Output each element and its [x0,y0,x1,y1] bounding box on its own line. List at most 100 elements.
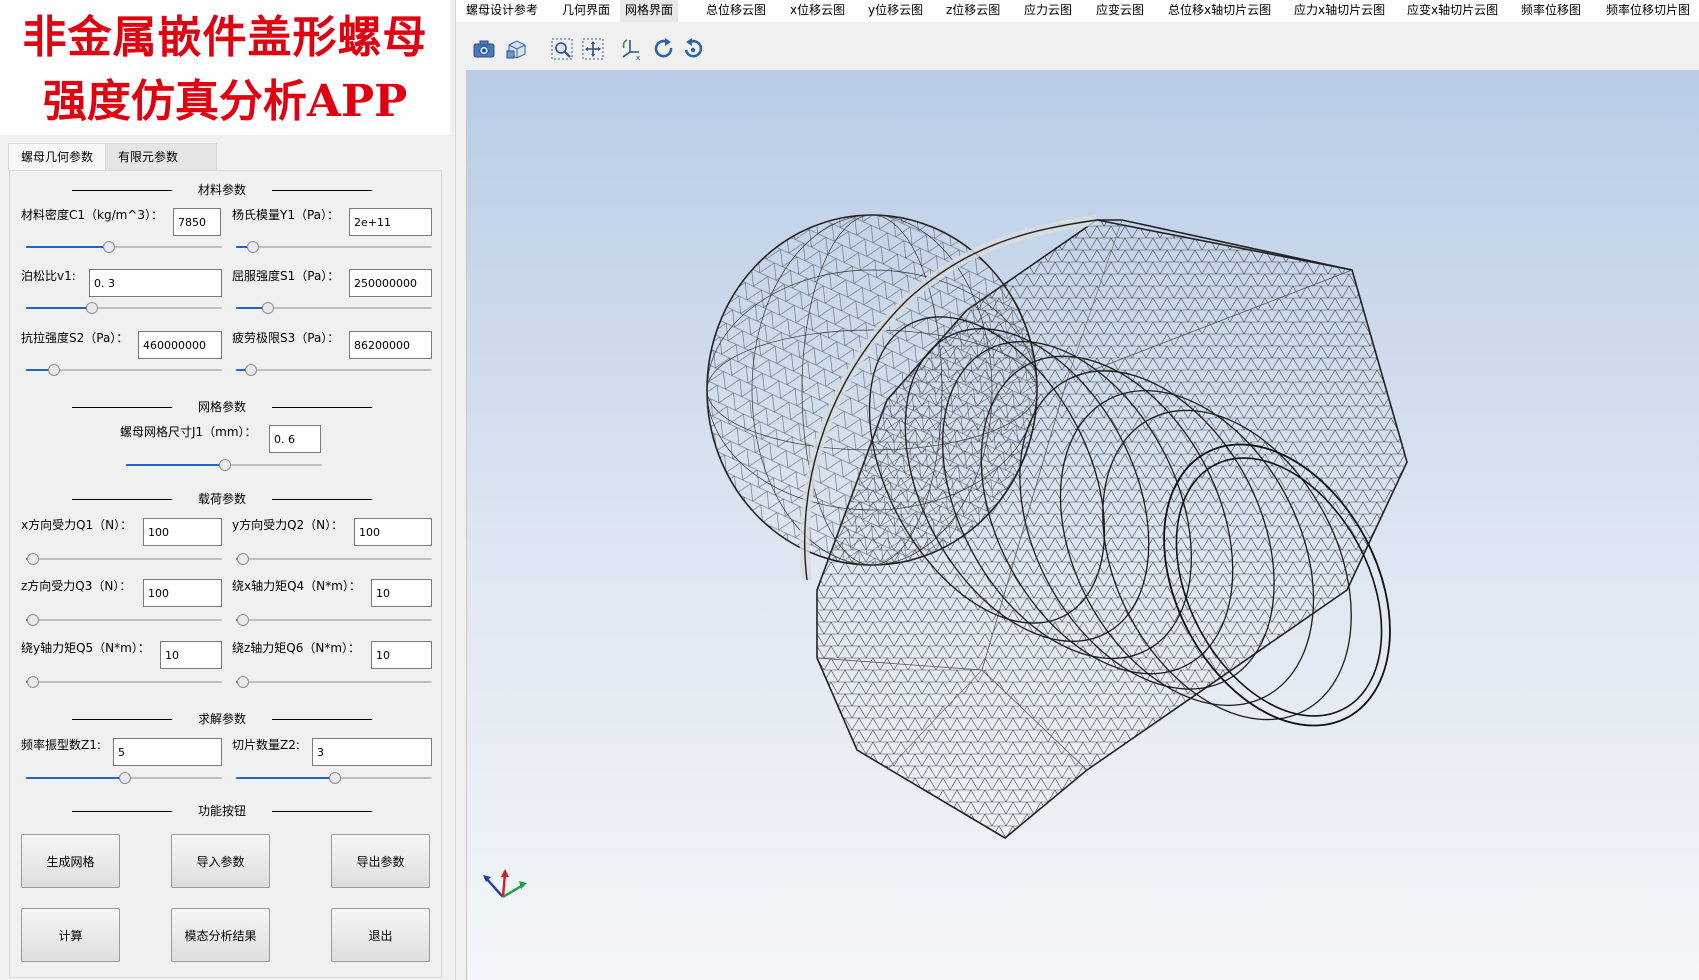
reset-view-icon[interactable] [680,36,706,62]
mode-count-label: 频率振型数Z1: [21,738,101,752]
fatigue-limit-input[interactable]: 86200000 [349,331,432,359]
mesh-size-slider[interactable] [126,459,322,471]
slider-handle[interactable] [219,459,231,471]
slider-handle[interactable] [236,553,249,565]
mesh-size-input[interactable]: 0. 6 [269,425,321,453]
slider-handle[interactable] [262,302,275,314]
compute-button[interactable]: 计算 [21,908,120,962]
fatigue-limit-slider[interactable] [236,364,432,376]
moment-x-input[interactable]: 10 [371,579,432,607]
parameter-panel: 材料参数 材料密度C1（kg/m^3）： 7850 杨氏模量Y1（Pa）： 2e… [9,170,442,978]
slider-handle[interactable] [329,772,341,784]
youngs-modulus-label: 杨氏模量Y1（Pa）： [232,208,340,222]
yield-strength-label: 屈服强度S1（Pa）： [232,269,340,283]
menu-total-displacement[interactable]: 总位移云图 [706,0,766,22]
menu-geometry[interactable]: 几何界面 [562,0,610,22]
youngs-modulus-slider[interactable] [236,241,432,253]
force-z-slider[interactable] [26,614,222,626]
slice-count-label: 切片数量Z2: [232,738,300,752]
menu-frequency-displacement[interactable]: 频率位移图 [1521,0,1581,22]
tensile-strength-input[interactable]: 460000000 [138,331,222,359]
yield-strength-slider[interactable] [236,302,432,314]
pan-icon[interactable] [580,36,606,62]
camera-icon[interactable] [471,36,497,62]
mode-count-input[interactable]: 5 [113,738,222,766]
slice-count-input[interactable]: 3 [312,738,432,766]
section-load-heading: 载荷参数 [72,491,372,507]
density-slider[interactable] [26,241,222,253]
moment-z-label: 绕z轴力矩Q6（N*m）： [232,641,361,655]
force-z-input[interactable]: 100 [143,579,222,607]
slider-handle[interactable] [244,364,257,376]
force-y-input[interactable]: 100 [354,518,432,546]
tensile-strength-label: 抗拉强度S2（Pa）： [21,331,129,345]
exit-button[interactable]: 退出 [331,908,430,962]
menu-strain[interactable]: 应变云图 [1096,0,1144,22]
section-solve-heading: 求解参数 [72,711,372,727]
slider-handle[interactable] [48,364,61,376]
tensile-strength-slider[interactable] [26,364,222,376]
app-title-line2: 强度仿真分析APP [42,76,408,127]
mode-count-slider[interactable] [26,772,222,784]
slider-handle[interactable] [26,676,39,688]
slider-handle[interactable] [103,241,116,253]
force-y-slider[interactable] [236,553,432,565]
moment-y-slider[interactable] [26,676,222,688]
rotate-icon[interactable] [651,36,677,62]
fatigue-limit-label: 疲劳极限S3（Pa）： [232,331,340,345]
menu-total-displacement-x-slice[interactable]: 总位移x轴切片云图 [1168,0,1271,22]
slider-handle[interactable] [236,676,249,688]
moment-z-input[interactable]: 10 [371,641,432,669]
mesh-viewport[interactable] [467,70,1699,980]
menu-frequency-displacement-slice[interactable]: 频率位移切片图 [1606,0,1690,22]
modal-results-button[interactable]: 模态分析结果 [171,908,270,962]
youngs-modulus-input[interactable]: 2e+11 [349,208,432,236]
moment-y-input[interactable]: 10 [160,641,222,669]
menu-stress[interactable]: 应力云图 [1024,0,1072,22]
import-params-button[interactable]: 导入参数 [171,834,270,888]
menu-z-displacement[interactable]: z位移云图 [946,0,1000,22]
slice-count-slider[interactable] [236,772,432,784]
pane-divider[interactable] [455,0,456,980]
view-menu-bar: 螺母设计参考 几何界面 网格界面 总位移云图 x位移云图 y位移云图 z位移云图… [456,0,1699,22]
menu-y-displacement[interactable]: y位移云图 [868,0,923,22]
slider-handle[interactable] [85,302,98,314]
app-title-line1: 非金属嵌件盖形螺母 [22,12,428,63]
moment-z-slider[interactable] [236,676,432,688]
axes-icon[interactable]: x [618,36,644,62]
yield-strength-input[interactable]: 250000000 [349,269,432,297]
view-cube-icon[interactable] [504,36,530,62]
poisson-ratio-label: 泊松比v1: [21,269,76,283]
app-title-banner: 非金属嵌件盖形螺母 强度仿真分析APP [0,0,450,135]
menu-x-displacement[interactable]: x位移云图 [790,0,845,22]
zoom-box-icon[interactable] [549,36,575,62]
slider-handle[interactable] [26,553,39,565]
mesh-size-label: 螺母网格尺寸J1（mm）： [120,425,257,439]
section-functions-heading: 功能按钮 [72,803,372,819]
menu-mesh[interactable]: 网格界面 [620,0,679,22]
slider-handle[interactable] [119,772,131,784]
density-input[interactable]: 7850 [173,208,221,236]
generate-mesh-button[interactable]: 生成网格 [21,834,120,888]
force-z-label: z方向受力Q3（N）： [21,579,132,593]
orientation-triad-icon [483,869,527,899]
tab-fem-params[interactable]: 有限元参数 [105,143,217,171]
poisson-ratio-input[interactable]: 0. 3 [89,269,222,297]
force-x-input[interactable]: 100 [143,518,222,546]
menu-nut-design-ref[interactable]: 螺母设计参考 [466,0,538,22]
tab-nut-geometry[interactable]: 螺母几何参数 [8,143,120,171]
menu-stress-x-slice[interactable]: 应力x轴切片云图 [1294,0,1385,22]
export-params-button[interactable]: 导出参数 [331,834,430,888]
slider-handle[interactable] [246,241,259,253]
force-y-label: y方向受力Q2（N）： [232,518,344,532]
force-x-slider[interactable] [26,553,222,565]
section-mesh-heading: 网格参数 [72,399,372,415]
moment-y-label: 绕y轴力矩Q5（N*m）： [21,641,150,655]
moment-x-slider[interactable] [236,614,432,626]
poisson-ratio-slider[interactable] [26,302,222,314]
menu-strain-x-slice[interactable]: 应变x轴切片云图 [1407,0,1498,22]
slider-handle[interactable] [26,614,39,626]
section-material-heading: 材料参数 [72,182,372,198]
slider-handle[interactable] [236,614,249,626]
moment-x-label: 绕x轴力矩Q4（N*m）： [232,579,361,593]
